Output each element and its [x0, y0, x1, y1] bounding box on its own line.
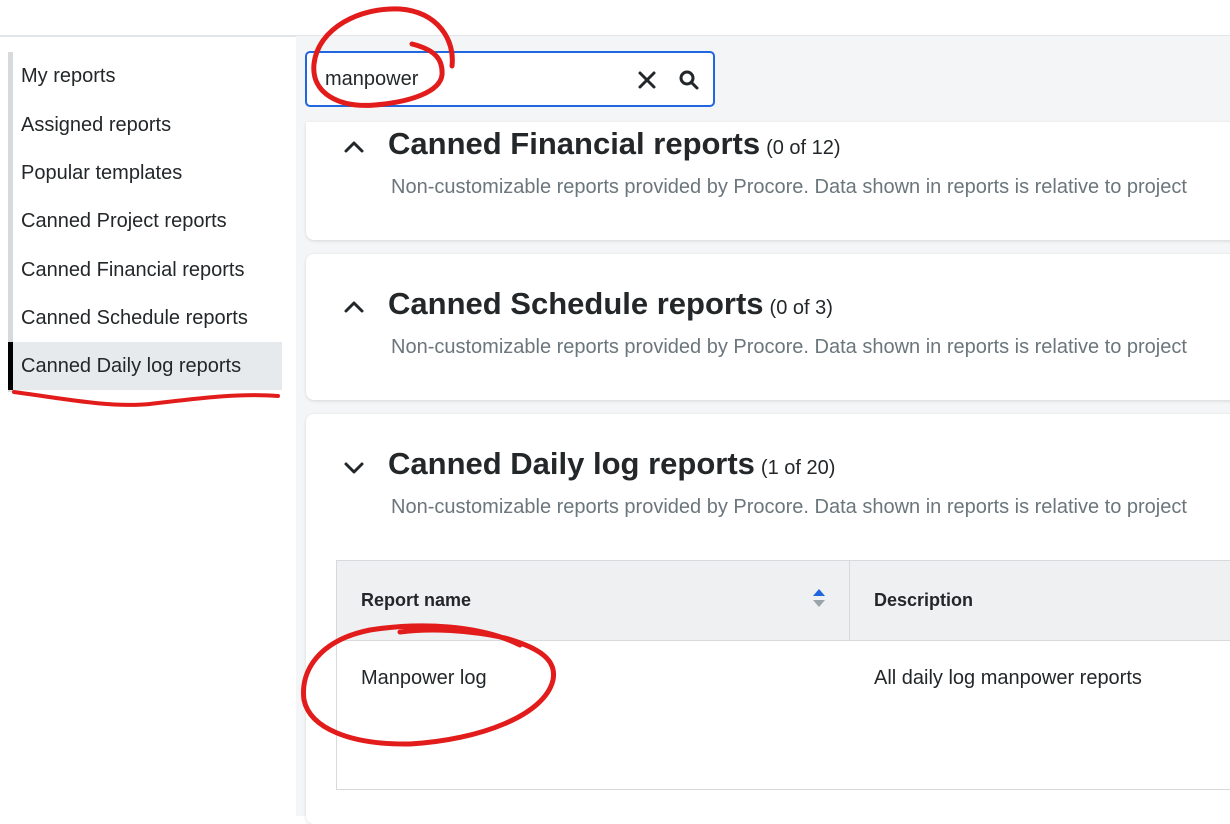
chevron-up-icon[interactable] [342, 135, 366, 159]
sidebar: My reports Assigned reports Popular temp… [8, 52, 287, 392]
sidebar-item-assigned-reports[interactable]: Assigned reports [13, 101, 282, 149]
section-title: Canned Financial reports (0 of 12) [388, 126, 841, 162]
section-count: (0 of 3) [769, 297, 833, 319]
section-count: (1 of 20) [760, 457, 836, 479]
search-icon[interactable] [678, 69, 700, 91]
section-title: Canned Daily log reports (1 of 20) [388, 446, 835, 482]
reports-table: Report name Description Manpower log All… [336, 560, 1230, 790]
report-description: All daily log manpower reports [874, 667, 1142, 689]
section-canned-schedule-reports: Canned Schedule reports (0 of 3) Non-cust… [306, 254, 1230, 400]
annotation-underline-sidebar [12, 390, 280, 407]
section-canned-financial-reports: Canned Financial reports (0 of 12) Non-cu… [306, 122, 1230, 240]
top-bar [0, 0, 1230, 37]
sidebar-item-my-reports[interactable]: My reports [13, 52, 282, 100]
column-header-report-name[interactable]: Report name [361, 561, 471, 640]
column-divider [849, 561, 850, 640]
search-box [305, 51, 715, 107]
section-description: Non-customizable reports provided by Pro… [391, 176, 1187, 198]
section-title: Canned Schedule reports (0 of 3) [388, 286, 833, 322]
sidebar-item-canned-schedule-reports[interactable]: Canned Schedule reports [13, 294, 282, 342]
section-title-text: Canned Schedule reports [388, 286, 764, 321]
section-count: (0 of 12) [766, 137, 841, 159]
section-title-text: Canned Daily log reports [388, 446, 755, 481]
column-header-description[interactable]: Description [874, 561, 973, 640]
section-title-text: Canned Financial reports [388, 126, 761, 161]
sidebar-item-canned-daily-log-reports[interactable]: Canned Daily log reports [8, 342, 282, 390]
search-input[interactable] [325, 63, 615, 95]
chevron-up-icon[interactable] [342, 295, 366, 319]
section-canned-daily-log-reports: Canned Daily log reports (1 of 20) Non-cu… [306, 414, 1230, 824]
section-description: Non-customizable reports provided by Pro… [391, 496, 1187, 518]
sidebar-item-popular-templates[interactable]: Popular templates [13, 149, 282, 197]
sort-icon[interactable] [811, 586, 827, 610]
sidebar-item-canned-financial-reports[interactable]: Canned Financial reports [13, 246, 282, 294]
close-icon[interactable] [635, 68, 659, 92]
table-header: Report name Description [337, 561, 1230, 641]
chevron-down-icon[interactable] [342, 456, 366, 480]
sidebar-item-canned-project-reports[interactable]: Canned Project reports [13, 197, 282, 245]
report-name-link[interactable]: Manpower log [361, 667, 487, 690]
section-description: Non-customizable reports provided by Pro… [391, 336, 1187, 358]
